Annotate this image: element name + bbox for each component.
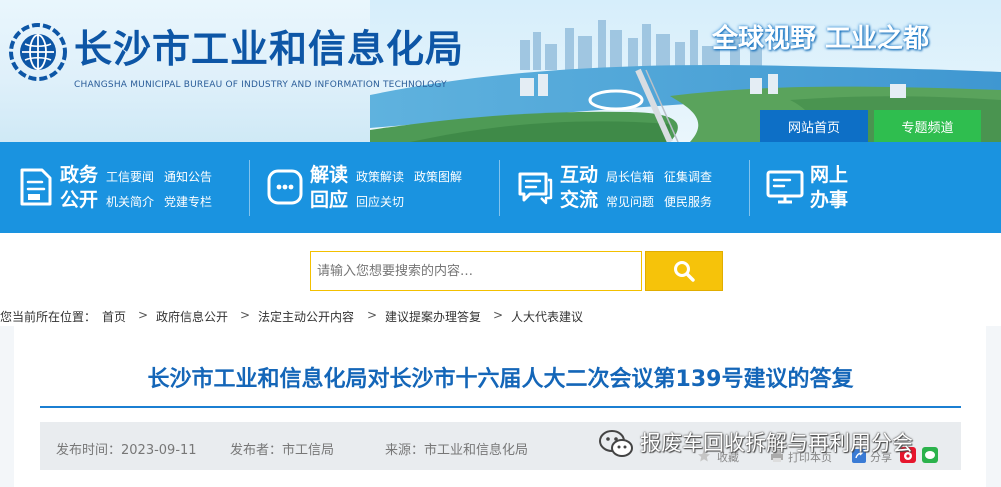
chat-icon[interactable] xyxy=(516,166,554,208)
bureau-logo xyxy=(9,23,67,81)
nav-title-interaction[interactable]: 互动 交流 xyxy=(560,163,598,213)
nav-link-news[interactable]: 工信要闻 xyxy=(106,168,154,185)
publisher: 发布者：市工信局 xyxy=(230,443,335,458)
nav-link-notices[interactable]: 通知公告 xyxy=(164,168,212,185)
watermark-text: 报废车回收拆解与再利用分会 xyxy=(640,431,913,455)
breadcrumb-npc-suggestions[interactable]: 人大代表建议 xyxy=(511,308,583,325)
breadcrumb: 您当前所在位置： 首页 > 政府信息公开 > 法定主动公开内容 > 建议提案办理… xyxy=(0,306,1001,326)
nav-link-policy-graphic[interactable]: 政策图解 xyxy=(414,168,462,185)
topic-channel-button[interactable]: 专题频道 xyxy=(874,110,981,142)
document-icon[interactable] xyxy=(16,166,54,208)
search-input[interactable] xyxy=(310,251,642,291)
nav-link-survey[interactable]: 征集调查 xyxy=(664,168,712,185)
nav-title-interpret[interactable]: 解读 回应 xyxy=(310,163,348,213)
site-banner: 长沙市工业和信息化局 CHANGSHA MUNICIPAL BUREAU OF … xyxy=(0,0,1001,142)
source: 来源：市工业和信息化局 xyxy=(385,443,529,458)
breadcrumb-proposals[interactable]: 建议提案办理答复 xyxy=(385,308,481,325)
search-icon xyxy=(674,261,695,282)
search-button[interactable] xyxy=(645,251,723,291)
interpret-icon[interactable] xyxy=(266,166,304,208)
breadcrumb-separator: > xyxy=(367,308,378,322)
nav-link-mailbox[interactable]: 局长信箱 xyxy=(606,168,654,185)
monitor-icon[interactable] xyxy=(766,166,804,208)
breadcrumb-home[interactable]: 首页 xyxy=(102,308,126,325)
site-subtitle: CHANGSHA MUNICIPAL BUREAU OF INDUSTRY AN… xyxy=(74,80,447,90)
breadcrumb-label: 您当前所在位置： xyxy=(0,310,97,324)
article-title: 长沙市工业和信息化局对长沙市十六届人大二次会议第139号建议的答复 xyxy=(147,367,854,392)
publish-time: 发布时间：2023-09-11 xyxy=(56,443,197,458)
wechat-watermark: 报废车回收拆解与再利用分会 xyxy=(598,428,978,460)
home-button[interactable]: 网站首页 xyxy=(760,110,868,142)
wechat-icon xyxy=(599,430,633,457)
nav-link-policy-interpret[interactable]: 政策解读 xyxy=(356,168,404,185)
breadcrumb-statutory[interactable]: 法定主动公开内容 xyxy=(258,308,354,325)
nav-group-interpret: 解读 回应 政策解读 政策图解 回应关切 xyxy=(250,142,500,233)
breadcrumb-separator: > xyxy=(240,308,251,322)
nav-link-about[interactable]: 机关简介 xyxy=(106,193,154,210)
breadcrumb-gov-info[interactable]: 政府信息公开 xyxy=(156,308,228,325)
nav-group-interaction: 互动 交流 局长信箱 征集调查 常见问题 便民服务 xyxy=(500,142,750,233)
banner-slogan: 全球视野 工业之都 xyxy=(712,24,930,54)
nav-link-services[interactable]: 便民服务 xyxy=(664,193,712,210)
nav-title-online-service[interactable]: 网上 办事 xyxy=(810,163,848,213)
main-nav: 政务 公开 工信要闻 通知公告 机关简介 党建专栏 解读 回应 政策解读 政策图解 … xyxy=(0,142,1001,233)
nav-title-gov[interactable]: 政务 公开 xyxy=(60,163,98,213)
nav-group-gov-affairs: 政务 公开 工信要闻 通知公告 机关简介 党建专栏 xyxy=(0,142,240,233)
nav-link-response[interactable]: 回应关切 xyxy=(356,193,404,210)
breadcrumb-separator: > xyxy=(493,308,504,322)
breadcrumb-separator: > xyxy=(138,308,149,322)
title-divider xyxy=(40,406,961,408)
nav-link-party[interactable]: 党建专栏 xyxy=(164,193,212,210)
nav-group-online-service: 网上 办事 xyxy=(750,142,1001,233)
site-title: 长沙市工业和信息化局 xyxy=(74,27,465,71)
nav-link-faq[interactable]: 常见问题 xyxy=(606,193,654,210)
